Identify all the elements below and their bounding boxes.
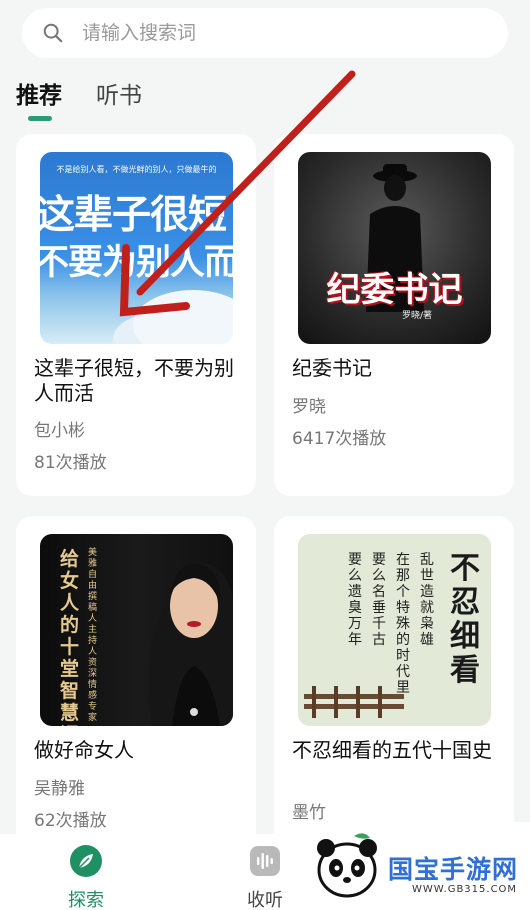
tab-recommend[interactable]: 推荐 — [16, 80, 62, 124]
cover-text-column: 乱世造就枭雄 — [420, 552, 434, 648]
book-title[interactable]: 不忍细看的五代十国史 — [292, 738, 500, 763]
cover-text-column: 在那个特殊的时代里 — [396, 552, 410, 696]
fence-illustration — [304, 686, 404, 718]
cover-title: 不忍细看 — [450, 551, 480, 688]
cover-tagline: 不是给别人看，不做光鲜的别人，只做最牛的 — [56, 165, 217, 174]
tab-recommend-label: 推荐 — [16, 83, 62, 109]
site-watermark: 国宝手游网 WWW.GB315.COM — [292, 822, 530, 910]
book-cover[interactable]: 不忍细看 乱世造就枭雄 在那个特殊的时代里 要么名垂千古 要么遗臭万年 — [298, 534, 491, 726]
compass-leaf-icon — [70, 845, 102, 877]
portrait-image — [148, 563, 233, 726]
search-icon — [43, 23, 63, 43]
cover-author: 罗晓/著 — [402, 311, 433, 321]
cover-title-line1: 这辈子很短 — [40, 193, 227, 238]
cover-text-column: 要么名垂千古 — [372, 552, 386, 648]
search-input[interactable] — [80, 13, 460, 53]
cover-title: 给女人的十堂智慧课 — [60, 548, 80, 726]
app-screen: 推荐 听书 不是给别人看，不做光鲜的别人，只做最牛的 这辈子很短 不要为别人而活… — [0, 0, 530, 910]
cover-title-line2: 不要为别人而活 — [40, 243, 233, 283]
book-card[interactable]: 给女人的十堂智慧课 美雅 自由撰稿人 主持人 资深情感专家 做好命女人 吴静雅 … — [16, 516, 256, 846]
book-cover[interactable]: 给女人的十堂智慧课 美雅 自由撰稿人 主持人 资深情感专家 — [40, 534, 233, 726]
book-card[interactable]: 不是给别人看，不做光鲜的别人，只做最牛的 这辈子很短 不要为别人而活 这辈子很短… — [16, 134, 256, 496]
book-card[interactable]: 不忍细看 乱世造就枭雄 在那个特殊的时代里 要么名垂千古 要么遗臭万年 不忍细看… — [274, 516, 514, 846]
tab-audiobooks-label: 听书 — [96, 83, 142, 109]
book-author: 墨竹 — [292, 803, 326, 823]
panda-logo-icon — [317, 833, 377, 898]
book-cover[interactable]: 纪委书记 罗晓/著 — [298, 152, 491, 344]
tab-active-indicator — [28, 116, 52, 121]
book-author: 罗晓 — [292, 397, 326, 417]
play-count: 6417次播放 — [292, 429, 387, 449]
nav-explore[interactable]: 探索 — [46, 844, 126, 910]
nav-explore-label: 探索 — [68, 890, 104, 910]
cover-text-column: 要么遗臭万年 — [348, 552, 362, 648]
book-title[interactable]: 这辈子很短，不要为别人而活 — [34, 356, 242, 406]
cover-cloud — [133, 290, 233, 344]
play-count: 62次播放 — [34, 811, 107, 831]
category-tabs: 推荐 听书 — [16, 80, 142, 124]
cover-title: 纪委书记 — [326, 270, 463, 310]
tab-audiobooks[interactable]: 听书 — [96, 80, 142, 124]
search-bar[interactable] — [22, 8, 508, 58]
audio-wave-icon — [250, 846, 280, 876]
book-title[interactable]: 做好命女人 — [34, 738, 242, 763]
book-author: 包小彬 — [34, 421, 85, 441]
play-count: 81次播放 — [34, 453, 107, 473]
watermark-url: WWW.GB315.COM — [412, 884, 518, 895]
book-cover[interactable]: 不是给别人看，不做光鲜的别人，只做最牛的 这辈子很短 不要为别人而活 — [40, 152, 233, 344]
cover-subtitle: 美雅 自由撰稿人 主持人 资深情感专家 — [88, 548, 98, 723]
book-author: 吴静雅 — [34, 779, 85, 799]
book-card[interactable]: 纪委书记 罗晓/著 纪委书记 罗晓 6417次播放 — [274, 134, 514, 496]
watermark-title: 国宝手游网 — [388, 855, 519, 884]
book-title[interactable]: 纪委书记 — [292, 356, 500, 381]
